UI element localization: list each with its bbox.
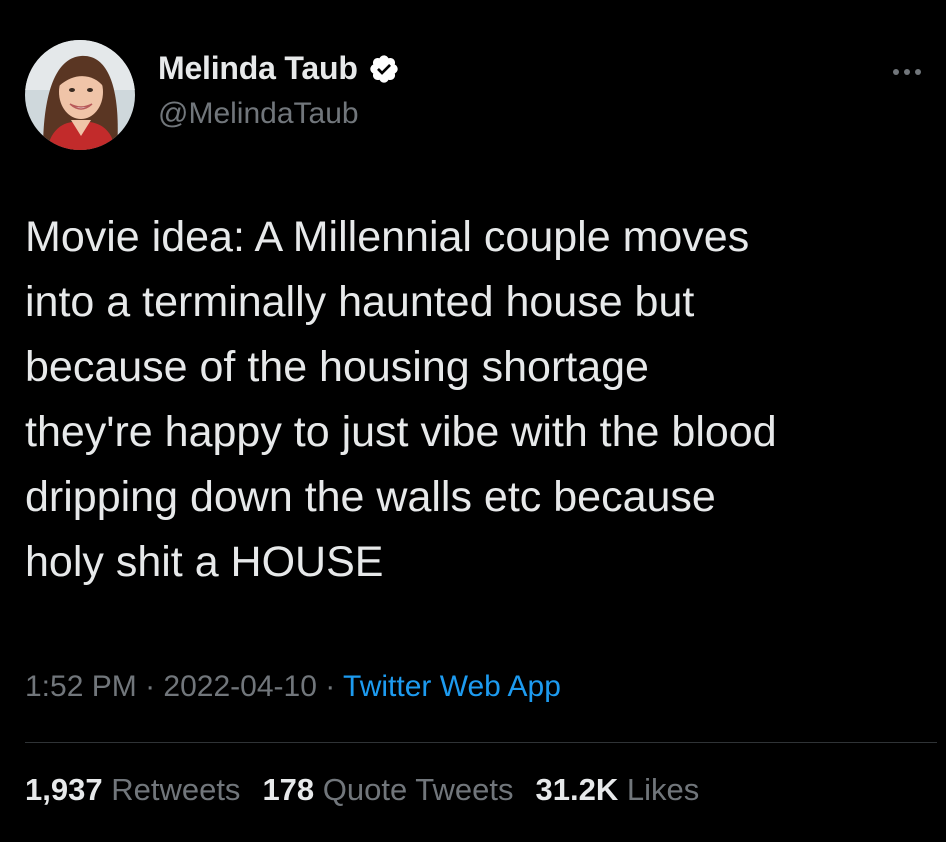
quote-tweets-count: 178 (262, 772, 315, 807)
avatar-photo (25, 40, 135, 150)
tweet-stats: 1,937 Retweets 178 Quote Tweets 31.2K Li… (25, 772, 699, 808)
tweet-card: Melinda Taub @MelindaTaub Movie idea: A … (0, 0, 946, 842)
user-handle[interactable]: @MelindaTaub (158, 97, 359, 131)
retweets-stat[interactable]: 1,937 Retweets (25, 772, 240, 808)
quote-tweets-stat[interactable]: 178 Quote Tweets (262, 772, 513, 808)
likes-count: 31.2K (535, 772, 619, 807)
tweet-text-line: dripping down the walls etc because (25, 473, 716, 521)
quote-tweets-label: Quote Tweets (322, 772, 514, 807)
verified-badge-icon (368, 53, 400, 85)
avatar[interactable] (25, 40, 135, 150)
tweet-text-line: into a terminally haunted house but (25, 278, 695, 326)
tweet-text: Movie idea: A Millennial couple moves in… (25, 205, 940, 595)
likes-label: Likes (626, 772, 700, 807)
tweet-text-line: Movie idea: A Millennial couple moves (25, 213, 750, 261)
retweets-count: 1,937 (25, 772, 103, 807)
dot (915, 69, 921, 75)
tweet-source-link[interactable]: Twitter Web App (343, 670, 561, 703)
tweet-meta: 1:52 PM · 2022-04-10 · Twitter Web App (25, 670, 561, 704)
divider (25, 742, 937, 743)
more-dots-icon[interactable] (893, 62, 929, 82)
meta-separator: · (325, 670, 336, 703)
tweet-text-line: holy shit a HOUSE (25, 538, 384, 586)
meta-separator: · (145, 670, 156, 703)
tweet-time[interactable]: 1:52 PM (25, 670, 137, 703)
author-name-row: Melinda Taub (158, 50, 400, 87)
tweet-text-line: they're happy to just vibe with the bloo… (25, 408, 777, 456)
dot (904, 69, 910, 75)
display-name[interactable]: Melinda Taub (158, 50, 358, 87)
retweets-label: Retweets (111, 772, 241, 807)
tweet-text-line: because of the housing shortage (25, 343, 649, 391)
tweet-date[interactable]: 2022-04-10 (163, 670, 316, 703)
likes-stat[interactable]: 31.2K Likes (536, 772, 700, 808)
dot (893, 69, 899, 75)
